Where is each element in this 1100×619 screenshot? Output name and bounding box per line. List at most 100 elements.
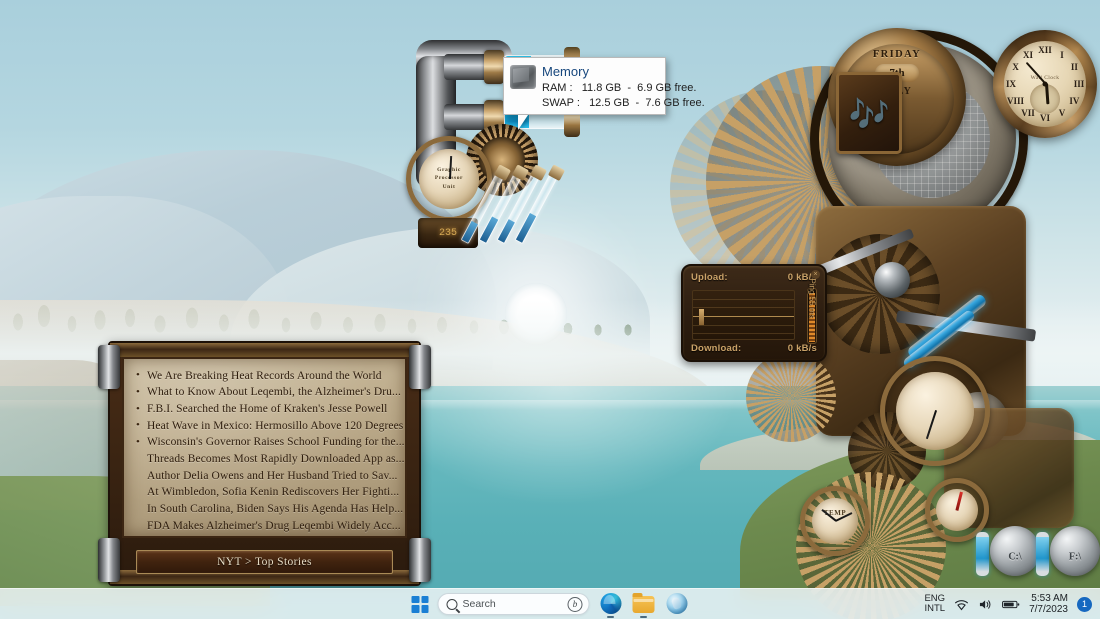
news-title-bar[interactable]: NYT > Top Stories (136, 550, 393, 574)
news-list[interactable]: We Are Breaking Heat Records Around the … (134, 368, 397, 535)
news-item[interactable]: We Are Breaking Heat Records Around the … (134, 368, 397, 385)
network-download-row: Download: 0 kB/s (691, 343, 817, 354)
network-graph-baseline (693, 316, 794, 317)
taskbar-center-group: Search b (412, 592, 689, 616)
drive-widget-c[interactable]: C:\ (976, 524, 1040, 584)
search-icon (447, 599, 458, 610)
clock-numeral: VI (1040, 113, 1050, 123)
news-item[interactable]: Wisconsin's Governor Raises School Fundi… (134, 435, 397, 452)
clock-numeral: VII (1021, 108, 1035, 118)
system-tray: ENG INTL (924, 593, 1092, 616)
folder-icon (633, 596, 655, 613)
news-bolt-bottom-right (409, 538, 431, 582)
file-explorer-running-indicator (640, 616, 647, 618)
news-feed-widget[interactable]: We Are Breaking Heat Records Around the … (108, 341, 421, 586)
drive-c-tube (976, 532, 989, 576)
calendar-widget[interactable]: FRIDAY 7th JULY 🎶 (828, 28, 966, 156)
ping-label: Ping 55 ms (807, 278, 816, 318)
language-line-2: INTL (924, 604, 945, 615)
news-bolt-bottom-left (98, 538, 120, 582)
search-input[interactable]: Search b (438, 593, 590, 615)
drive-f-tube (1036, 532, 1049, 576)
memory-chip-icon (510, 65, 536, 89)
calendar-icon-plate[interactable]: 🎶 (836, 72, 902, 154)
clock-numeral: IV (1069, 96, 1079, 106)
barometer-face (896, 372, 974, 450)
clock-numeral: VIII (1007, 96, 1024, 106)
speaker-icon[interactable] (978, 598, 993, 611)
paint-icon (666, 593, 687, 614)
taskbar-app-edge[interactable] (599, 592, 623, 616)
bing-chat-icon[interactable]: b (568, 597, 583, 612)
clock-numeral: XII (1038, 45, 1052, 55)
taskbar-app-file-explorer[interactable] (632, 592, 656, 616)
clock-face: XIIIIIIIIIVVVIVIIVIIIIXXXI Wall Clock (1004, 41, 1086, 127)
desktop[interactable]: TEMP FRIDAY 7th JULY 🎶 XIIIIIIIIIVVVIVII… (0, 0, 1100, 619)
clock-numeral: II (1071, 62, 1078, 72)
drive-c-disc: C:\ (990, 526, 1040, 576)
pipe-ram-flange (484, 50, 504, 84)
news-title: NYT > Top Stories (217, 556, 312, 568)
drive-f-label: F:\ (1069, 552, 1081, 563)
compass-face (936, 489, 978, 531)
language-indicator[interactable]: ENG INTL (924, 594, 945, 615)
barometer-needle (926, 411, 937, 440)
clock-center-pin (1043, 82, 1048, 87)
clock-and-date[interactable]: 5:53 AM 7/7/2023 (1029, 593, 1068, 616)
gpu-gauge-label-3: Unit (419, 184, 478, 190)
wifi-icon[interactable] (954, 598, 969, 611)
taskbar-app-paint[interactable] (665, 592, 689, 616)
temperature-gauge[interactable]: TEMP (800, 486, 870, 556)
clock-brand: Wall Clock (1004, 75, 1086, 81)
start-button[interactable] (412, 596, 429, 613)
news-item[interactable]: FDA Makes Alzheimer's Drug Leqembi Widel… (134, 518, 397, 535)
news-item[interactable]: Threads Becomes Most Rapidly Downloaded … (134, 451, 397, 468)
machine-gear-lower-left (746, 352, 836, 442)
edge-running-indicator (607, 616, 614, 618)
compass-needle (956, 492, 963, 511)
network-upload-label: Upload: (691, 272, 728, 283)
clock-numeral: I (1060, 50, 1064, 60)
temperature-gauge-face: TEMP (812, 498, 859, 545)
news-item[interactable]: Author Delia Owens and Her Husband Tried… (134, 468, 397, 485)
memory-tooltip-title: Memory (542, 63, 705, 80)
network-graph-spike (699, 309, 704, 325)
clock-numeral: X (1012, 62, 1019, 72)
notification-badge[interactable]: 1 (1077, 597, 1092, 612)
edge-icon (600, 593, 621, 614)
news-item[interactable]: What to Know About Leqembi, the Alzheime… (134, 385, 397, 402)
memory-tooltip-ram: RAM : 11.8 GB - 6.9 GB free. (542, 81, 705, 96)
gpu-gauge-face: Graphic Processor Unit (419, 149, 478, 208)
taskbar-date: 7/7/2023 (1029, 604, 1068, 616)
clock-numeral: XI (1023, 50, 1033, 60)
machine-chrome-ball (874, 262, 910, 298)
search-placeholder: Search (463, 598, 563, 610)
clock-numeral: V (1059, 108, 1066, 118)
network-graph (692, 290, 795, 340)
news-band-top (110, 343, 419, 357)
news-item[interactable]: In South Carolina, Biden Says His Agenda… (134, 502, 397, 519)
network-monitor-widget[interactable]: Upload: 0 kB/s × Ping 55 ms Download: 0 … (681, 264, 827, 362)
memory-tooltip-text: Memory RAM : 11.8 GB - 6.9 GB free. SWAP… (542, 63, 705, 109)
battery-icon[interactable] (1002, 599, 1020, 610)
drive-c-label: C:\ (1008, 552, 1021, 563)
drive-widget-f[interactable]: F:\ (1036, 524, 1100, 584)
gramophone-icon: 🎶 (848, 95, 889, 134)
news-item[interactable]: F.B.I. Searched the Home of Kraken's Jes… (134, 401, 397, 418)
news-item[interactable]: Heat Wave in Mexico: Hermosillo Above 12… (134, 418, 397, 435)
memory-tooltip-tail (518, 115, 528, 130)
news-body[interactable]: We Are Breaking Heat Records Around the … (122, 357, 407, 538)
news-bolt-top-left (98, 345, 120, 389)
news-bolt-top-right (409, 345, 431, 389)
network-download-value: 0 kB/s (788, 343, 817, 354)
gpu-readout-value: 235 (439, 228, 457, 239)
calendar-weekday: FRIDAY (828, 49, 966, 60)
drive-f-disc: F:\ (1050, 526, 1100, 576)
memory-tooltip: Memory RAM : 11.8 GB - 6.9 GB free. SWAP… (503, 57, 666, 115)
barometer-gauge[interactable] (880, 356, 990, 466)
network-upload-row: Upload: 0 kB/s (691, 272, 817, 283)
news-item[interactable]: At Wimbledon, Sofia Kenin Rediscovers He… (134, 485, 397, 502)
taskbar-time: 5:53 AM (1029, 593, 1068, 605)
taskbar[interactable]: Search b ENG INTL (0, 588, 1100, 619)
analog-clock-widget[interactable]: XIIIIIIIIIVVVIVIIVIIIIXXXI Wall Clock (993, 30, 1097, 138)
